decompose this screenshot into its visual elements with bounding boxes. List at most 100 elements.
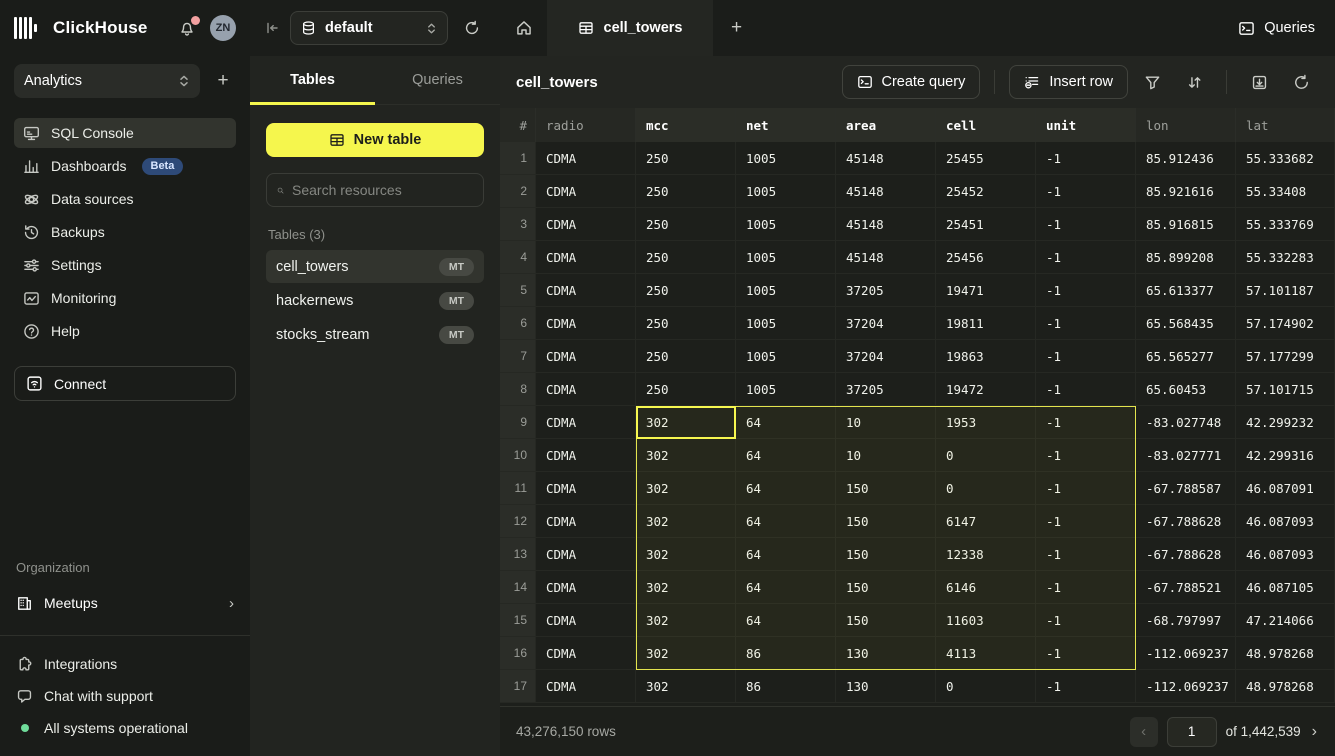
- table-cell[interactable]: 45148: [836, 175, 936, 207]
- table-cell[interactable]: -1: [1036, 208, 1136, 240]
- table-list-item[interactable]: cell_towersMT: [266, 250, 484, 283]
- insert-row-button[interactable]: Insert row: [1009, 65, 1128, 99]
- table-cell[interactable]: CDMA: [536, 538, 636, 570]
- table-cell[interactable]: 85.921616: [1136, 175, 1236, 207]
- table-cell[interactable]: 10: [836, 439, 936, 471]
- table-cell[interactable]: 85.899208: [1136, 241, 1236, 273]
- table-cell[interactable]: 150: [836, 472, 936, 504]
- table-cell[interactable]: 4113: [936, 637, 1036, 669]
- sidebar-item-integrations[interactable]: Integrations: [16, 650, 234, 678]
- table-cell[interactable]: 86: [736, 637, 836, 669]
- table-cell[interactable]: 64: [736, 505, 836, 537]
- table-cell[interactable]: 55.332283: [1236, 241, 1335, 273]
- connect-button[interactable]: Connect: [14, 366, 236, 401]
- table-cell[interactable]: -1: [1036, 604, 1136, 636]
- table-cell[interactable]: 64: [736, 571, 836, 603]
- table-cell[interactable]: CDMA: [536, 307, 636, 339]
- system-status[interactable]: All systems operational: [16, 714, 234, 742]
- table-cell[interactable]: 150: [836, 505, 936, 537]
- sidebar-item-sql-console[interactable]: SQL Console: [14, 118, 236, 148]
- table-cell[interactable]: 1005: [736, 241, 836, 273]
- row-number[interactable]: 5: [500, 274, 536, 306]
- table-cell[interactable]: -67.788521: [1136, 571, 1236, 603]
- table-cell[interactable]: 150: [836, 604, 936, 636]
- table-cell[interactable]: CDMA: [536, 142, 636, 174]
- collapse-panel-icon[interactable]: [264, 20, 280, 36]
- table-cell[interactable]: 64: [736, 472, 836, 504]
- search-resources[interactable]: [266, 173, 484, 207]
- sidebar-item-chat-support[interactable]: Chat with support: [16, 682, 234, 710]
- table-cell[interactable]: 64: [736, 538, 836, 570]
- column-header[interactable]: net: [736, 108, 836, 142]
- row-number[interactable]: 11: [500, 472, 536, 504]
- sidebar-item-meetups[interactable]: Meetups ›: [8, 587, 242, 619]
- table-cell[interactable]: 0: [936, 670, 1036, 702]
- table-cell[interactable]: 250: [636, 340, 736, 372]
- table-cell[interactable]: 46.087105: [1236, 571, 1335, 603]
- row-number[interactable]: 8: [500, 373, 536, 405]
- table-cell[interactable]: -1: [1036, 241, 1136, 273]
- row-number[interactable]: 17: [500, 670, 536, 702]
- table-cell[interactable]: 46.087091: [1236, 472, 1335, 504]
- table-cell[interactable]: CDMA: [536, 637, 636, 669]
- table-cell[interactable]: CDMA: [536, 472, 636, 504]
- table-cell[interactable]: CDMA: [536, 439, 636, 471]
- table-cell[interactable]: 19811: [936, 307, 1036, 339]
- table-cell[interactable]: 46.087093: [1236, 505, 1335, 537]
- table-cell[interactable]: -1: [1036, 538, 1136, 570]
- table-cell[interactable]: 19471: [936, 274, 1036, 306]
- workspace-select[interactable]: Analytics: [14, 64, 200, 98]
- row-number[interactable]: 4: [500, 241, 536, 273]
- table-cell[interactable]: 65.613377: [1136, 274, 1236, 306]
- table-cell[interactable]: 65.565277: [1136, 340, 1236, 372]
- table-cell[interactable]: 302: [636, 538, 736, 570]
- table-cell[interactable]: 1005: [736, 340, 836, 372]
- refresh-icon[interactable]: [1283, 65, 1319, 99]
- database-select[interactable]: default: [290, 11, 448, 45]
- sidebar-item-data-sources[interactable]: Data sources: [14, 184, 236, 214]
- column-header[interactable]: area: [836, 108, 936, 142]
- table-cell[interactable]: 48.978268: [1236, 637, 1335, 669]
- row-number[interactable]: 10: [500, 439, 536, 471]
- user-avatar[interactable]: ZN: [210, 15, 236, 41]
- table-cell[interactable]: 37205: [836, 274, 936, 306]
- table-cell[interactable]: 250: [636, 142, 736, 174]
- table-cell[interactable]: 45148: [836, 241, 936, 273]
- table-cell[interactable]: -112.069237: [1136, 670, 1236, 702]
- table-cell[interactable]: 45148: [836, 208, 936, 240]
- table-cell[interactable]: 130: [836, 637, 936, 669]
- table-cell[interactable]: 250: [636, 175, 736, 207]
- column-header[interactable]: #: [500, 108, 536, 142]
- sidebar-item-dashboards[interactable]: Dashboards Beta: [14, 151, 236, 181]
- row-number[interactable]: 16: [500, 637, 536, 669]
- table-cell[interactable]: -67.788587: [1136, 472, 1236, 504]
- table-cell[interactable]: 65.60453: [1136, 373, 1236, 405]
- table-cell[interactable]: 1953: [936, 406, 1036, 438]
- column-header[interactable]: mcc: [636, 108, 736, 142]
- table-cell[interactable]: 46.087093: [1236, 538, 1335, 570]
- page-input[interactable]: [1167, 717, 1217, 747]
- column-header[interactable]: lat: [1236, 108, 1335, 142]
- table-cell[interactable]: CDMA: [536, 340, 636, 372]
- table-cell[interactable]: -1: [1036, 406, 1136, 438]
- tab-tables[interactable]: Tables: [250, 56, 375, 104]
- table-cell[interactable]: CDMA: [536, 571, 636, 603]
- table-cell[interactable]: 12338: [936, 538, 1036, 570]
- table-cell[interactable]: 37204: [836, 307, 936, 339]
- row-number[interactable]: 1: [500, 142, 536, 174]
- table-cell[interactable]: -83.027748: [1136, 406, 1236, 438]
- table-cell[interactable]: 150: [836, 571, 936, 603]
- table-cell[interactable]: CDMA: [536, 241, 636, 273]
- table-cell[interactable]: 302: [636, 439, 736, 471]
- table-cell[interactable]: -1: [1036, 637, 1136, 669]
- table-cell[interactable]: 57.177299: [1236, 340, 1335, 372]
- table-cell[interactable]: 1005: [736, 175, 836, 207]
- table-cell[interactable]: 64: [736, 439, 836, 471]
- sidebar-item-backups[interactable]: Backups: [14, 217, 236, 247]
- table-cell[interactable]: CDMA: [536, 373, 636, 405]
- table-cell[interactable]: 42.299232: [1236, 406, 1335, 438]
- table-cell[interactable]: -1: [1036, 340, 1136, 372]
- table-cell[interactable]: 0: [936, 439, 1036, 471]
- refresh-tables-icon[interactable]: [458, 20, 486, 36]
- table-cell[interactable]: -1: [1036, 373, 1136, 405]
